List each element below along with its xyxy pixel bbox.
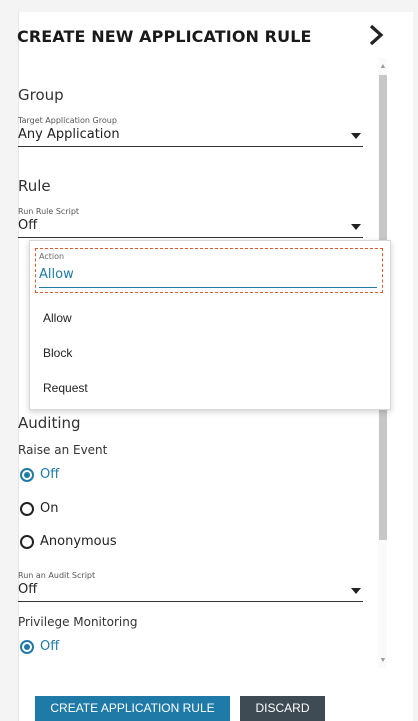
radio-selected-icon	[20, 468, 34, 482]
action-label: Action	[39, 252, 65, 261]
privilege-monitoring-off-label: Off	[40, 639, 60, 654]
action-underline	[39, 287, 377, 288]
create-application-rule-button[interactable]: CREATE APPLICATION RULE	[35, 696, 230, 721]
action-option-request[interactable]: Request	[43, 381, 88, 395]
raise-event-on-label: On	[40, 501, 59, 516]
auditing-heading: Auditing	[18, 414, 81, 432]
chevron-right-icon[interactable]	[367, 24, 385, 46]
target-group-value: Any Application	[18, 127, 120, 142]
scroll-down-arrow-icon[interactable]: ▼	[379, 656, 387, 666]
audit-script-value: Off	[18, 582, 38, 597]
radio-unselected-icon	[20, 502, 34, 516]
scroll-up-arrow-icon[interactable]: ▲	[379, 62, 387, 72]
target-group-label: Target Application Group	[18, 116, 117, 125]
radio-unselected-icon	[20, 535, 34, 549]
radio-selected-icon	[20, 640, 34, 654]
rule-heading: Rule	[18, 177, 51, 195]
action-select[interactable]: Action Allow	[35, 248, 383, 293]
raise-event-anonymous-label: Anonymous	[40, 534, 117, 549]
discard-button[interactable]: DISCARD	[240, 696, 325, 721]
audit-script-select[interactable]: Off	[18, 581, 363, 602]
chevron-down-icon	[351, 588, 361, 594]
action-option-allow[interactable]: Allow	[43, 311, 72, 325]
chevron-down-icon	[351, 133, 361, 139]
action-value: Allow	[39, 267, 74, 282]
privilege-monitoring-label: Privilege Monitoring	[18, 615, 138, 629]
run-rule-script-value: Off	[18, 218, 38, 233]
target-group-select[interactable]: Any Application	[18, 126, 363, 147]
action-dropdown: Action Allow Allow Block Request	[29, 240, 391, 410]
audit-script-label: Run an Audit Script	[18, 571, 96, 580]
group-heading: Group	[18, 86, 64, 104]
raise-event-label: Raise an Event	[18, 443, 108, 457]
chevron-down-icon	[351, 224, 361, 230]
action-option-block[interactable]: Block	[43, 346, 72, 360]
run-rule-script-select[interactable]: Off	[18, 217, 363, 238]
raise-event-off-label: Off	[40, 467, 60, 482]
run-rule-script-label: Run Rule Script	[18, 207, 80, 216]
panel-title: CREATE NEW APPLICATION RULE	[17, 27, 312, 46]
